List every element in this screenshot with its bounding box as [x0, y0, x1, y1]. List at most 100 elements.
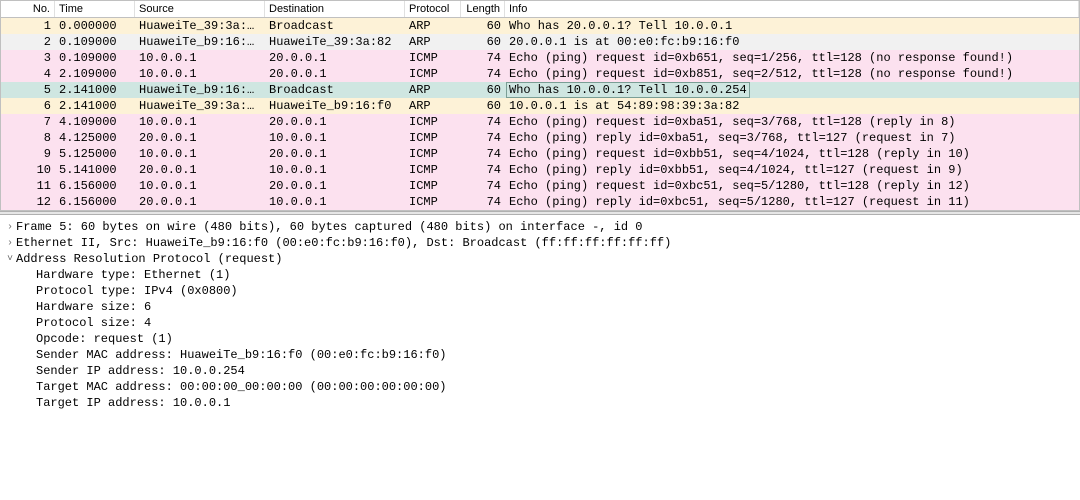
cell-source: 10.0.0.1 — [135, 115, 265, 129]
cell-proto: ARP — [405, 83, 461, 97]
col-header-time[interactable]: Time — [55, 1, 135, 17]
col-header-protocol[interactable]: Protocol — [405, 1, 461, 17]
cell-info: Who has 20.0.0.1? Tell 10.0.0.1 — [505, 19, 1079, 33]
cell-source: 20.0.0.1 — [135, 131, 265, 145]
cell-time: 2.141000 — [55, 99, 135, 113]
cell-time: 4.109000 — [55, 115, 135, 129]
cell-source: HuaweiTe_39:3a:… — [135, 19, 265, 33]
cell-source: 10.0.0.1 — [135, 67, 265, 81]
cell-no: 12 — [1, 195, 55, 209]
tree-arp[interactable]: ˅ Address Resolution Protocol (request) — [4, 251, 1076, 267]
arp-target-ip[interactable]: Target IP address: 10.0.0.1 — [4, 395, 1076, 411]
cell-source: 20.0.0.1 — [135, 163, 265, 177]
cell-source: 10.0.0.1 — [135, 179, 265, 193]
cell-length: 74 — [461, 147, 505, 161]
cell-no: 1 — [1, 19, 55, 33]
cell-info: 20.0.0.1 is at 00:e0:fc:b9:16:f0 — [505, 35, 1079, 49]
cell-length: 60 — [461, 99, 505, 113]
cell-no: 6 — [1, 99, 55, 113]
chevron-down-icon: ˅ — [4, 251, 16, 267]
cell-dest: 10.0.0.1 — [265, 131, 405, 145]
packet-row[interactable]: 10.000000HuaweiTe_39:3a:…BroadcastARP60W… — [1, 18, 1079, 34]
packet-row[interactable]: 105.14100020.0.0.110.0.0.1ICMP74Echo (pi… — [1, 162, 1079, 178]
cell-time: 4.125000 — [55, 131, 135, 145]
cell-length: 60 — [461, 83, 505, 97]
cell-no: 10 — [1, 163, 55, 177]
col-header-info[interactable]: Info — [505, 1, 1079, 17]
packet-row[interactable]: 95.12500010.0.0.120.0.0.1ICMP74Echo (pin… — [1, 146, 1079, 162]
cell-info: 10.0.0.1 is at 54:89:98:39:3a:82 — [505, 99, 1079, 113]
cell-proto: ARP — [405, 99, 461, 113]
cell-dest: 20.0.0.1 — [265, 147, 405, 161]
packet-row[interactable]: 52.141000HuaweiTe_b9:16:…BroadcastARP60W… — [1, 82, 1079, 98]
arp-opcode[interactable]: Opcode: request (1) — [4, 331, 1076, 347]
tree-ethernet-label: Ethernet II, Src: HuaweiTe_b9:16:f0 (00:… — [16, 235, 671, 251]
cell-length: 74 — [461, 163, 505, 177]
cell-length: 74 — [461, 51, 505, 65]
cell-info: Echo (ping) request id=0xbc51, seq=5/128… — [505, 179, 1079, 193]
tree-arp-label: Address Resolution Protocol (request) — [16, 251, 282, 267]
cell-length: 74 — [461, 131, 505, 145]
cell-proto: ICMP — [405, 115, 461, 129]
cell-length: 74 — [461, 179, 505, 193]
arp-prototype[interactable]: Protocol type: IPv4 (0x0800) — [4, 283, 1076, 299]
cell-source: 10.0.0.1 — [135, 147, 265, 161]
cell-proto: ICMP — [405, 163, 461, 177]
cell-dest: HuaweiTe_39:3a:82 — [265, 35, 405, 49]
tree-ethernet[interactable]: › Ethernet II, Src: HuaweiTe_b9:16:f0 (0… — [4, 235, 1076, 251]
tree-frame[interactable]: › Frame 5: 60 bytes on wire (480 bits), … — [4, 219, 1076, 235]
cell-dest: 10.0.0.1 — [265, 163, 405, 177]
chevron-right-icon: › — [4, 235, 16, 251]
arp-target-mac[interactable]: Target MAC address: 00:00:00_00:00:00 (0… — [4, 379, 1076, 395]
cell-source: HuaweiTe_39:3a:… — [135, 99, 265, 113]
packet-row[interactable]: 74.10900010.0.0.120.0.0.1ICMP74Echo (pin… — [1, 114, 1079, 130]
packet-row[interactable]: 62.141000HuaweiTe_39:3a:…HuaweiTe_b9:16:… — [1, 98, 1079, 114]
packet-list-body: 10.000000HuaweiTe_39:3a:…BroadcastARP60W… — [1, 18, 1079, 210]
packet-list-header: No. Time Source Destination Protocol Len… — [1, 1, 1079, 18]
arp-sender-ip[interactable]: Sender IP address: 10.0.0.254 — [4, 363, 1076, 379]
cell-no: 7 — [1, 115, 55, 129]
cell-no: 4 — [1, 67, 55, 81]
cell-info: Echo (ping) request id=0xbb51, seq=4/102… — [505, 147, 1079, 161]
cell-length: 74 — [461, 115, 505, 129]
cell-info: Echo (ping) request id=0xba51, seq=3/768… — [505, 115, 1079, 129]
tree-frame-label: Frame 5: 60 bytes on wire (480 bits), 60… — [16, 219, 643, 235]
cell-dest: Broadcast — [265, 83, 405, 97]
chevron-right-icon: › — [4, 219, 16, 235]
cell-proto: ARP — [405, 19, 461, 33]
cell-dest: 20.0.0.1 — [265, 115, 405, 129]
arp-sender-mac[interactable]: Sender MAC address: HuaweiTe_b9:16:f0 (0… — [4, 347, 1076, 363]
packet-row[interactable]: 126.15600020.0.0.110.0.0.1ICMP74Echo (pi… — [1, 194, 1079, 210]
col-header-length[interactable]: Length — [461, 1, 505, 17]
cell-time: 5.125000 — [55, 147, 135, 161]
packet-row[interactable]: 20.109000HuaweiTe_b9:16:…HuaweiTe_39:3a:… — [1, 34, 1079, 50]
col-header-no[interactable]: No. — [1, 1, 55, 17]
packet-row[interactable]: 84.12500020.0.0.110.0.0.1ICMP74Echo (pin… — [1, 130, 1079, 146]
cell-no: 11 — [1, 179, 55, 193]
cell-proto: ICMP — [405, 179, 461, 193]
cell-no: 5 — [1, 83, 55, 97]
cell-time: 2.109000 — [55, 67, 135, 81]
cell-length: 74 — [461, 195, 505, 209]
cell-proto: ICMP — [405, 147, 461, 161]
packet-details-pane: › Frame 5: 60 bytes on wire (480 bits), … — [0, 215, 1080, 417]
cell-length: 60 — [461, 19, 505, 33]
arp-hwsize[interactable]: Hardware size: 6 — [4, 299, 1076, 315]
cell-source: 10.0.0.1 — [135, 51, 265, 65]
col-header-destination[interactable]: Destination — [265, 1, 405, 17]
packet-row[interactable]: 30.10900010.0.0.120.0.0.1ICMP74Echo (pin… — [1, 50, 1079, 66]
cell-length: 60 — [461, 35, 505, 49]
packet-row[interactable]: 42.10900010.0.0.120.0.0.1ICMP74Echo (pin… — [1, 66, 1079, 82]
cell-no: 9 — [1, 147, 55, 161]
cell-info: Echo (ping) reply id=0xba51, seq=3/768, … — [505, 131, 1079, 145]
arp-protosize[interactable]: Protocol size: 4 — [4, 315, 1076, 331]
cell-dest: Broadcast — [265, 19, 405, 33]
arp-hwtype[interactable]: Hardware type: Ethernet (1) — [4, 267, 1076, 283]
cell-time: 5.141000 — [55, 163, 135, 177]
packet-row[interactable]: 116.15600010.0.0.120.0.0.1ICMP74Echo (pi… — [1, 178, 1079, 194]
cell-proto: ICMP — [405, 131, 461, 145]
cell-no: 8 — [1, 131, 55, 145]
cell-time: 2.141000 — [55, 83, 135, 97]
cell-dest: 10.0.0.1 — [265, 195, 405, 209]
col-header-source[interactable]: Source — [135, 1, 265, 17]
